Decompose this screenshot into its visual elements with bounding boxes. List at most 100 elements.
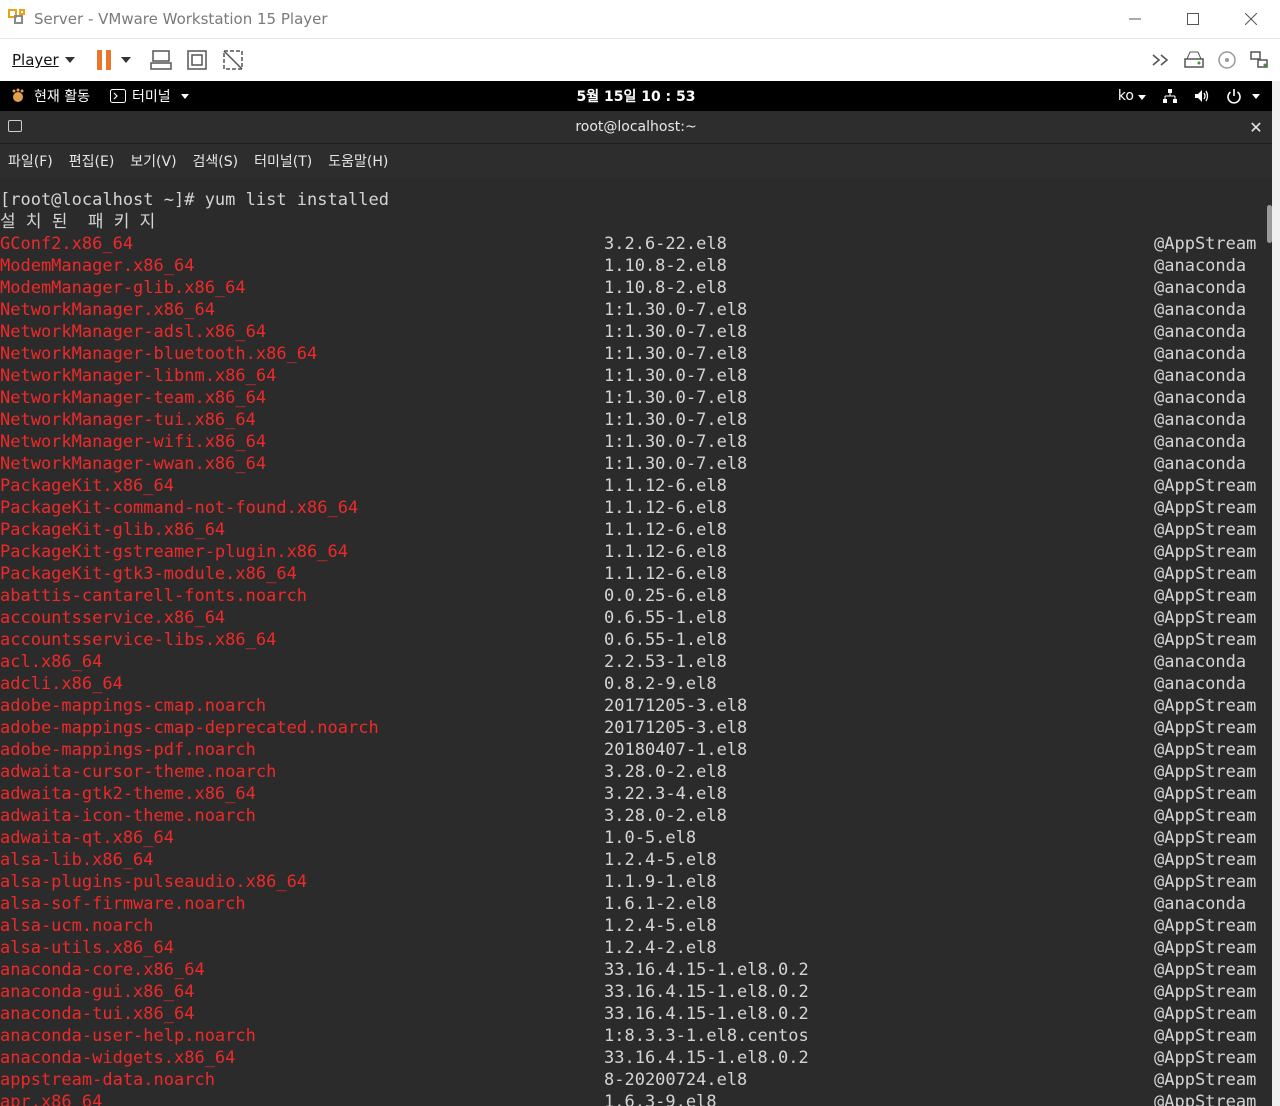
package-repo: @anaconda <box>1154 300 1247 320</box>
table-row: NetworkManager-wwan.x86_64 1:1.30.0-7.el8… <box>0 453 1266 475</box>
package-name: adwaita-icon-theme.noarch <box>0 806 256 826</box>
package-name: PackageKit-gstreamer-plugin.x86_64 <box>0 542 348 562</box>
package-repo: @AppStream <box>1154 696 1257 716</box>
package-version: 1:1.30.0-7.el8 <box>604 344 748 364</box>
menu-terminal[interactable]: 터미널(T) <box>254 151 312 171</box>
package-repo: @AppStream <box>1154 718 1257 738</box>
chevron-down-icon[interactable] <box>120 57 131 63</box>
unity-icon[interactable] <box>221 48 245 72</box>
package-version: 20180407-1.el8 <box>604 740 748 760</box>
maximize-button[interactable] <box>1164 0 1222 38</box>
menu-edit[interactable]: 편집(E) <box>69 151 115 171</box>
terminal-output[interactable]: [root@localhost ~]# yum list installed 설… <box>0 189 1266 1106</box>
package-repo: @AppStream <box>1154 542 1257 562</box>
player-menu-button[interactable]: Player <box>12 51 75 69</box>
table-row: NetworkManager-bluetooth.x86_64 1:1.30.0-… <box>0 343 1266 365</box>
package-name: anaconda-widgets.x86_64 <box>0 1048 236 1068</box>
package-repo: @AppStream <box>1154 762 1257 782</box>
gnome-top-bar: 현재 활동 터미널 5월 15일 10 : 53 ko <box>0 81 1272 111</box>
package-version: 1.10.8-2.el8 <box>604 278 727 298</box>
package-name: accountsservice.x86_64 <box>0 608 226 628</box>
pause-icon[interactable] <box>96 50 111 70</box>
chevron-down-icon <box>1252 93 1260 99</box>
package-repo: @AppStream <box>1154 1026 1257 1046</box>
package-name: accountsservice-libs.x86_64 <box>0 630 277 650</box>
package-version: 1.1.9-1.el8 <box>604 872 717 892</box>
package-repo: @AppStream <box>1154 982 1257 1002</box>
player-label: Player <box>12 51 59 69</box>
package-name: PackageKit-command-not-found.x86_64 <box>0 498 359 518</box>
table-row: alsa-ucm.noarch 1.2.4-5.el8 @AppStream <box>0 915 1266 937</box>
close-icon[interactable]: ✕ <box>1244 111 1268 143</box>
menu-file[interactable]: 파일(F) <box>8 151 53 171</box>
menu-search[interactable]: 검색(S) <box>193 151 239 171</box>
table-row: NetworkManager-tui.x86_64 1:1.30.0-7.el8 @… <box>0 409 1266 431</box>
package-version: 1.1.12-6.el8 <box>604 476 727 496</box>
vmware-toolbar: Player <box>0 39 1280 81</box>
cd-dvd-icon[interactable] <box>1216 49 1238 71</box>
send-ctrl-alt-del-icon[interactable] <box>149 48 173 72</box>
package-repo: @anaconda <box>1154 652 1247 672</box>
package-name: PackageKit-gtk3-module.x86_64 <box>0 564 297 584</box>
package-repo: @anaconda <box>1154 344 1247 364</box>
package-repo: @AppStream <box>1154 608 1257 628</box>
table-row: anaconda-user-help.noarch 1:8.3.3-1.el8.c… <box>0 1025 1266 1047</box>
package-name: PackageKit-glib.x86_64 <box>0 520 226 540</box>
table-row: NetworkManager.x86_64 1:1.30.0-7.el8 @anac… <box>0 299 1266 321</box>
hard-disk-icon[interactable] <box>1182 49 1206 71</box>
terminal-scrollbar[interactable] <box>1266 189 1272 1106</box>
menu-help[interactable]: 도움말(H) <box>328 151 388 171</box>
table-row: acl.x86_64 2.2.53-1.el8 @anaconda <box>0 651 1266 673</box>
package-version: 20171205-3.el8 <box>604 718 748 738</box>
table-row: ModemManager-glib.x86_64 1.10.8-2.el8 @ana… <box>0 277 1266 299</box>
terminal-menu-bar: 파일(F) 편집(E) 보기(V) 검색(S) 터미널(T) 도움말(H) <box>0 144 1272 178</box>
table-row: GConf2.x86_64 3.2.6-22.el8 @AppStream <box>0 233 1266 255</box>
input-method-button[interactable]: ko <box>1118 88 1146 104</box>
table-row: adwaita-icon-theme.noarch 3.28.0-2.el8 @Ap… <box>0 805 1266 827</box>
table-row: adobe-mappings-cmap.noarch 20171205-3.el8… <box>0 695 1266 717</box>
network-icon[interactable] <box>1162 88 1178 104</box>
package-repo: @AppStream <box>1154 806 1257 826</box>
forward-icon[interactable] <box>1150 49 1172 71</box>
package-name: NetworkManager-libnm.x86_64 <box>0 366 277 386</box>
package-name: alsa-utils.x86_64 <box>0 938 174 958</box>
scrollbar-thumb[interactable] <box>1267 205 1272 243</box>
input-method-label: ko <box>1117 88 1134 104</box>
table-row: PackageKit-glib.x86_64 1.1.12-6.el8 @AppSt… <box>0 519 1266 541</box>
package-version: 8-20200724.el8 <box>604 1070 748 1090</box>
table-row: adcli.x86_64 0.8.2-9.el8 @anaconda <box>0 673 1266 695</box>
package-version: 1.6.3-9.el8 <box>604 1092 717 1106</box>
menu-view[interactable]: 보기(V) <box>130 151 176 171</box>
package-version: 1:1.30.0-7.el8 <box>604 322 748 342</box>
window-title-bar: Server - VMware Workstation 15 Player <box>0 0 1280 39</box>
network-adapter-icon[interactable] <box>1248 49 1270 71</box>
package-name: GConf2.x86_64 <box>0 234 134 254</box>
package-name: NetworkManager-adsl.x86_64 <box>0 322 267 342</box>
package-repo: @anaconda <box>1154 366 1247 386</box>
clock[interactable]: 5월 15일 10 : 53 <box>0 81 1272 111</box>
package-version: 1:1.30.0-7.el8 <box>604 410 748 430</box>
package-repo: @AppStream <box>1154 498 1257 518</box>
package-version: 1.2.4-2.el8 <box>604 938 717 958</box>
package-repo: @AppStream <box>1154 960 1257 980</box>
minimize-button[interactable] <box>1106 0 1164 38</box>
table-row: NetworkManager-adsl.x86_64 1:1.30.0-7.el8… <box>0 321 1266 343</box>
package-name: anaconda-core.x86_64 <box>0 960 205 980</box>
package-name: PackageKit.x86_64 <box>0 476 174 496</box>
package-repo: @anaconda <box>1154 388 1247 408</box>
package-name: alsa-lib.x86_64 <box>0 850 154 870</box>
package-repo: @AppStream <box>1154 784 1257 804</box>
package-version: 33.16.4.15-1.el8.0.2 <box>604 1048 809 1068</box>
package-name: NetworkManager-tui.x86_64 <box>0 410 256 430</box>
package-repo: @AppStream <box>1154 872 1257 892</box>
package-version: 1.1.12-6.el8 <box>604 498 727 518</box>
fullscreen-icon[interactable] <box>185 48 209 72</box>
table-row: PackageKit-gtk3-module.x86_64 1.1.12-6.el… <box>0 563 1266 585</box>
package-name: alsa-plugins-pulseaudio.x86_64 <box>0 872 308 892</box>
table-row: adobe-mappings-pdf.noarch 20180407-1.el8 @… <box>0 739 1266 761</box>
system-menu-button[interactable] <box>1226 88 1260 104</box>
package-version: 1:8.3.3-1.el8.centos <box>604 1026 809 1046</box>
volume-icon[interactable] <box>1194 88 1210 104</box>
close-window-button[interactable] <box>1222 0 1280 38</box>
output-header-line: 설 치 된 패 키 지 <box>0 212 156 232</box>
